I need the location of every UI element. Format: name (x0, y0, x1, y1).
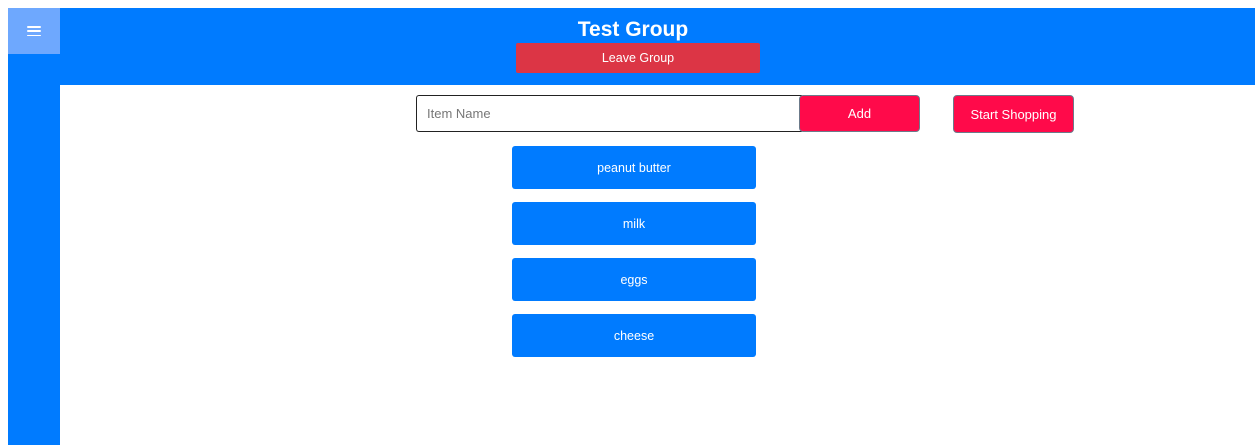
app-root: Test Group Leave Group Add Start Shoppin… (0, 0, 1255, 445)
start-shopping-button[interactable]: Start Shopping (953, 95, 1074, 133)
leave-group-button[interactable]: Leave Group (516, 43, 760, 73)
list-item[interactable]: milk (512, 202, 756, 245)
hamburger-menu-icon (27, 26, 41, 36)
list-item[interactable]: cheese (512, 314, 756, 357)
sidebar (8, 8, 60, 445)
list-item[interactable]: peanut butter (512, 146, 756, 189)
item-list: peanut butter milk eggs cheese (512, 146, 756, 370)
group-title: Test Group (577, 18, 689, 41)
add-item-button[interactable]: Add (799, 95, 920, 132)
list-item[interactable]: eggs (512, 258, 756, 301)
item-name-input[interactable] (416, 95, 802, 132)
menu-toggle-button[interactable] (8, 8, 60, 54)
